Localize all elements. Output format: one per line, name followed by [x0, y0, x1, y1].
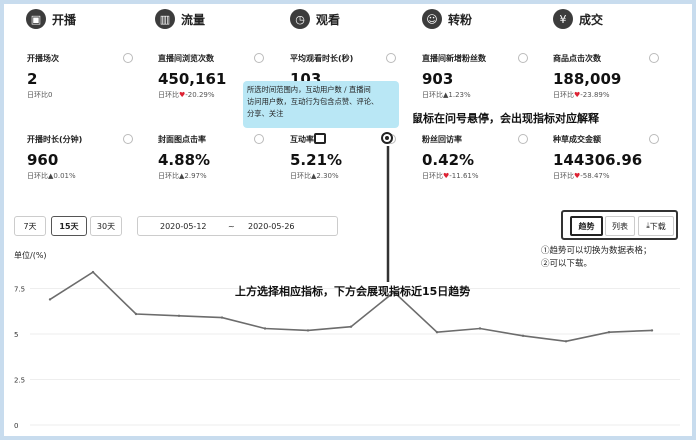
y-tick-label: 2.5 — [14, 377, 25, 385]
data-point[interactable] — [220, 316, 224, 319]
data-point[interactable] — [91, 270, 95, 274]
y-tick-label: 0 — [14, 422, 18, 430]
data-point[interactable] — [306, 329, 310, 332]
data-point[interactable] — [478, 327, 482, 330]
data-point[interactable] — [564, 340, 568, 343]
y-tick-label: 5 — [14, 331, 18, 339]
data-point[interactable] — [650, 329, 654, 332]
data-point[interactable] — [48, 298, 52, 301]
data-point[interactable] — [435, 331, 439, 334]
data-point[interactable] — [263, 327, 267, 330]
data-point[interactable] — [177, 314, 181, 317]
y-tick-label: 7.5 — [14, 286, 25, 294]
data-point[interactable] — [134, 312, 138, 316]
trend-line-chart: 0 2.5 5 7.5 — [14, 146, 680, 430]
data-point[interactable] — [349, 325, 353, 328]
chart-annotation: 上方选择相应指标，下方会展现指标近15日趋势 — [235, 285, 471, 298]
data-point[interactable] — [521, 334, 525, 337]
data-point[interactable] — [607, 331, 611, 334]
